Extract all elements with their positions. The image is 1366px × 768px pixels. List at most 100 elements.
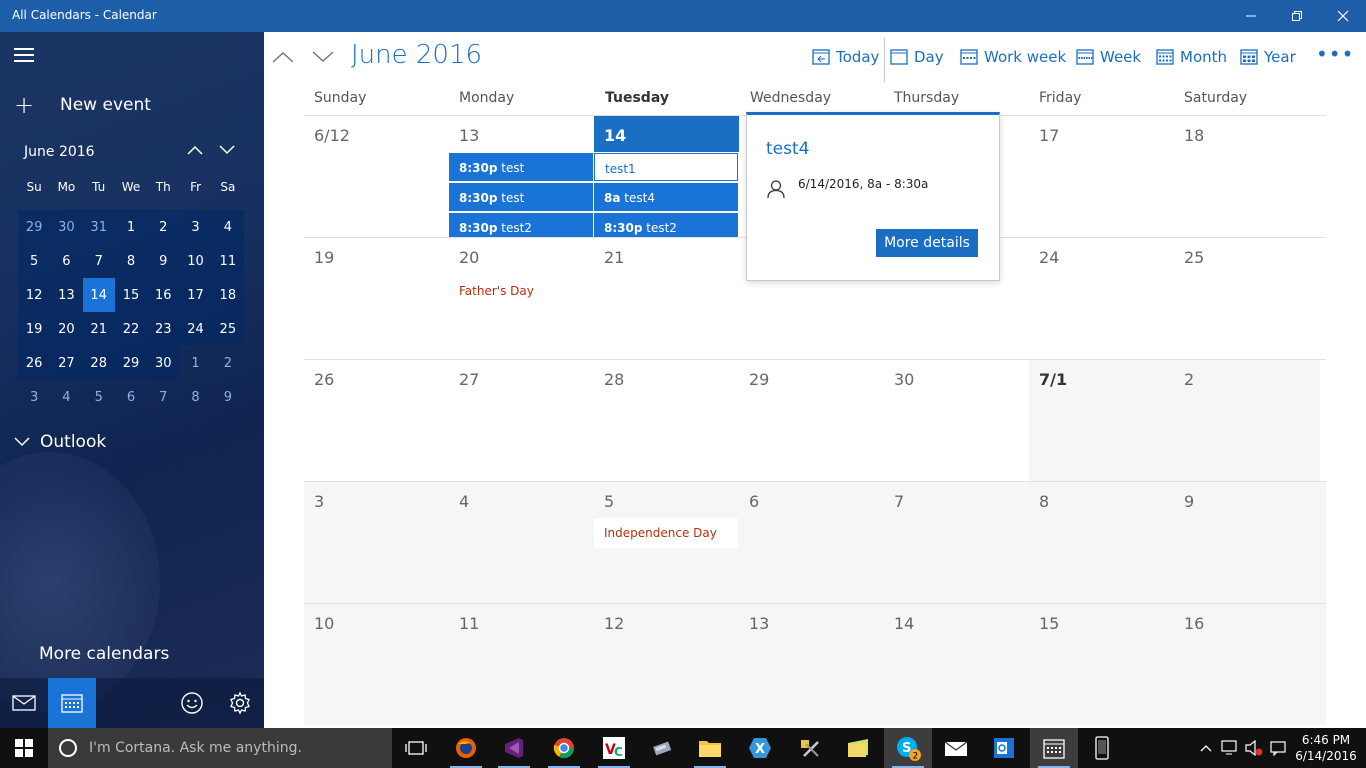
day-cell[interactable]: 7	[884, 482, 1029, 603]
mini-day[interactable]: 5	[18, 244, 51, 278]
mini-day[interactable]: 2	[147, 210, 180, 244]
taskbar-calendar[interactable]	[1030, 728, 1078, 768]
day-cell[interactable]: 7/1	[1029, 360, 1174, 481]
day-view-button[interactable]: Day	[890, 46, 944, 68]
tray-notifications[interactable]	[1268, 738, 1288, 758]
day-cell[interactable]: 15	[1029, 604, 1174, 725]
day-cell[interactable]: 17	[1029, 116, 1174, 237]
calendar-button[interactable]	[48, 678, 96, 728]
day-cell[interactable]: 2	[1174, 360, 1320, 481]
day-cell[interactable]: 19	[304, 238, 449, 359]
outlook-account-toggle[interactable]: Outlook	[14, 432, 106, 452]
event-item[interactable]: 8:30p test2	[449, 213, 593, 237]
mini-day-today[interactable]: 14	[82, 278, 115, 312]
more-details-button[interactable]: More details	[876, 229, 978, 257]
week-view-button[interactable]: Week	[1076, 46, 1141, 68]
mini-day[interactable]: 2	[212, 346, 244, 380]
mini-day[interactable]: 15	[114, 278, 148, 312]
day-cell[interactable]: 11	[449, 604, 594, 725]
taskbar-clock[interactable]: 6:46 PM 6/14/2016	[1294, 732, 1358, 764]
mini-day[interactable]: 3	[179, 210, 212, 244]
day-cell-today[interactable]: 14 test1 8a test4 8:30p test2	[594, 116, 739, 237]
event-item[interactable]: 8:30p test2	[594, 213, 738, 237]
day-cell[interactable]: 8	[1029, 482, 1174, 603]
day-cell[interactable]: 30	[884, 360, 1029, 481]
mini-day[interactable]: 5	[83, 380, 115, 414]
taskbar-outlook[interactable]	[980, 728, 1028, 768]
mini-day[interactable]: 28	[82, 346, 115, 380]
mini-day[interactable]: 16	[147, 278, 180, 312]
taskbar-phone-companion[interactable]	[1078, 728, 1126, 768]
mini-day[interactable]: 12	[18, 278, 51, 312]
mini-calendar-title[interactable]: June 2016	[24, 144, 95, 160]
task-view-button[interactable]	[392, 728, 440, 768]
mini-day[interactable]: 8	[114, 244, 148, 278]
mini-day[interactable]: 18	[211, 278, 244, 312]
today-button[interactable]: Today	[812, 46, 879, 68]
day-cell[interactable]: 24	[1029, 238, 1174, 359]
mini-day[interactable]: 30	[147, 346, 180, 380]
taskbar-mail[interactable]	[932, 728, 980, 768]
tray-network[interactable]	[1220, 738, 1240, 758]
day-cell[interactable]: 27	[449, 360, 594, 481]
work-week-view-button[interactable]: Work week	[960, 46, 1066, 68]
holiday-label[interactable]: Independence Day	[594, 518, 738, 548]
mini-next-month-button[interactable]	[216, 140, 238, 162]
minimize-button[interactable]	[1228, 0, 1274, 32]
mini-day[interactable]: 26	[18, 346, 51, 380]
mini-day[interactable]: 22	[114, 312, 148, 346]
mini-day[interactable]: 24	[179, 312, 212, 346]
mini-day[interactable]: 19	[18, 312, 51, 346]
event-item[interactable]: 8:30p test	[449, 183, 593, 211]
day-cell[interactable]: 25	[1174, 238, 1319, 359]
day-cell[interactable]: 3	[304, 482, 449, 603]
feedback-button[interactable]	[168, 678, 216, 728]
day-cell[interactable]: 5 Independence Day	[594, 482, 739, 603]
mini-day[interactable]: 25	[211, 312, 244, 346]
day-cell[interactable]: 6	[739, 482, 884, 603]
month-view-button[interactable]: Month	[1156, 46, 1227, 68]
day-cell[interactable]: 13	[739, 604, 884, 725]
mini-day[interactable]: 17	[179, 278, 212, 312]
settings-button[interactable]	[216, 678, 264, 728]
mini-day[interactable]: 6	[50, 244, 83, 278]
mini-day[interactable]: 11	[211, 244, 244, 278]
taskbar-firefox[interactable]	[442, 728, 490, 768]
mini-day[interactable]: 1	[114, 210, 148, 244]
day-cell[interactable]: 29	[739, 360, 884, 481]
taskbar-visual-studio[interactable]	[490, 728, 538, 768]
mini-day[interactable]: 10	[179, 244, 212, 278]
day-cell[interactable]: 6/12	[304, 116, 449, 237]
mini-day[interactable]: 29	[18, 210, 51, 244]
day-cell[interactable]: 12	[594, 604, 739, 725]
mini-prev-month-button[interactable]	[184, 140, 206, 162]
day-cell[interactable]: 18	[1174, 116, 1319, 237]
mini-day[interactable]: 30	[50, 210, 83, 244]
mail-button[interactable]	[0, 678, 48, 728]
day-cell[interactable]: 28	[594, 360, 739, 481]
mini-day[interactable]: 31	[82, 210, 115, 244]
day-cell[interactable]: 20 Father's Day	[449, 238, 594, 359]
popup-event-title[interactable]: test4	[766, 139, 809, 159]
day-cell[interactable]: 4	[449, 482, 594, 603]
day-cell[interactable]: 16	[1174, 604, 1319, 725]
more-calendars-link[interactable]: More calendars	[39, 644, 169, 664]
mini-day[interactable]: 1	[179, 346, 211, 380]
day-cell[interactable]: 21	[594, 238, 739, 359]
year-view-button[interactable]: Year	[1240, 46, 1296, 68]
mini-day[interactable]: 13	[50, 278, 83, 312]
close-button[interactable]	[1320, 0, 1366, 32]
mini-day[interactable]: 4	[211, 210, 244, 244]
restore-button[interactable]	[1274, 0, 1320, 32]
taskbar-notes[interactable]	[834, 728, 882, 768]
day-cell[interactable]: 9	[1174, 482, 1319, 603]
taskbar-vc-app[interactable]: VC	[590, 728, 638, 768]
tray-volume[interactable]	[1244, 738, 1264, 758]
day-cell[interactable]: 26	[304, 360, 449, 481]
event-item[interactable]: test1	[594, 153, 738, 181]
mini-day[interactable]: 6	[115, 380, 147, 414]
mini-day[interactable]: 9	[147, 244, 180, 278]
mini-day[interactable]: 8	[179, 380, 211, 414]
mini-day[interactable]: 9	[212, 380, 244, 414]
mini-day[interactable]: 20	[50, 312, 83, 346]
